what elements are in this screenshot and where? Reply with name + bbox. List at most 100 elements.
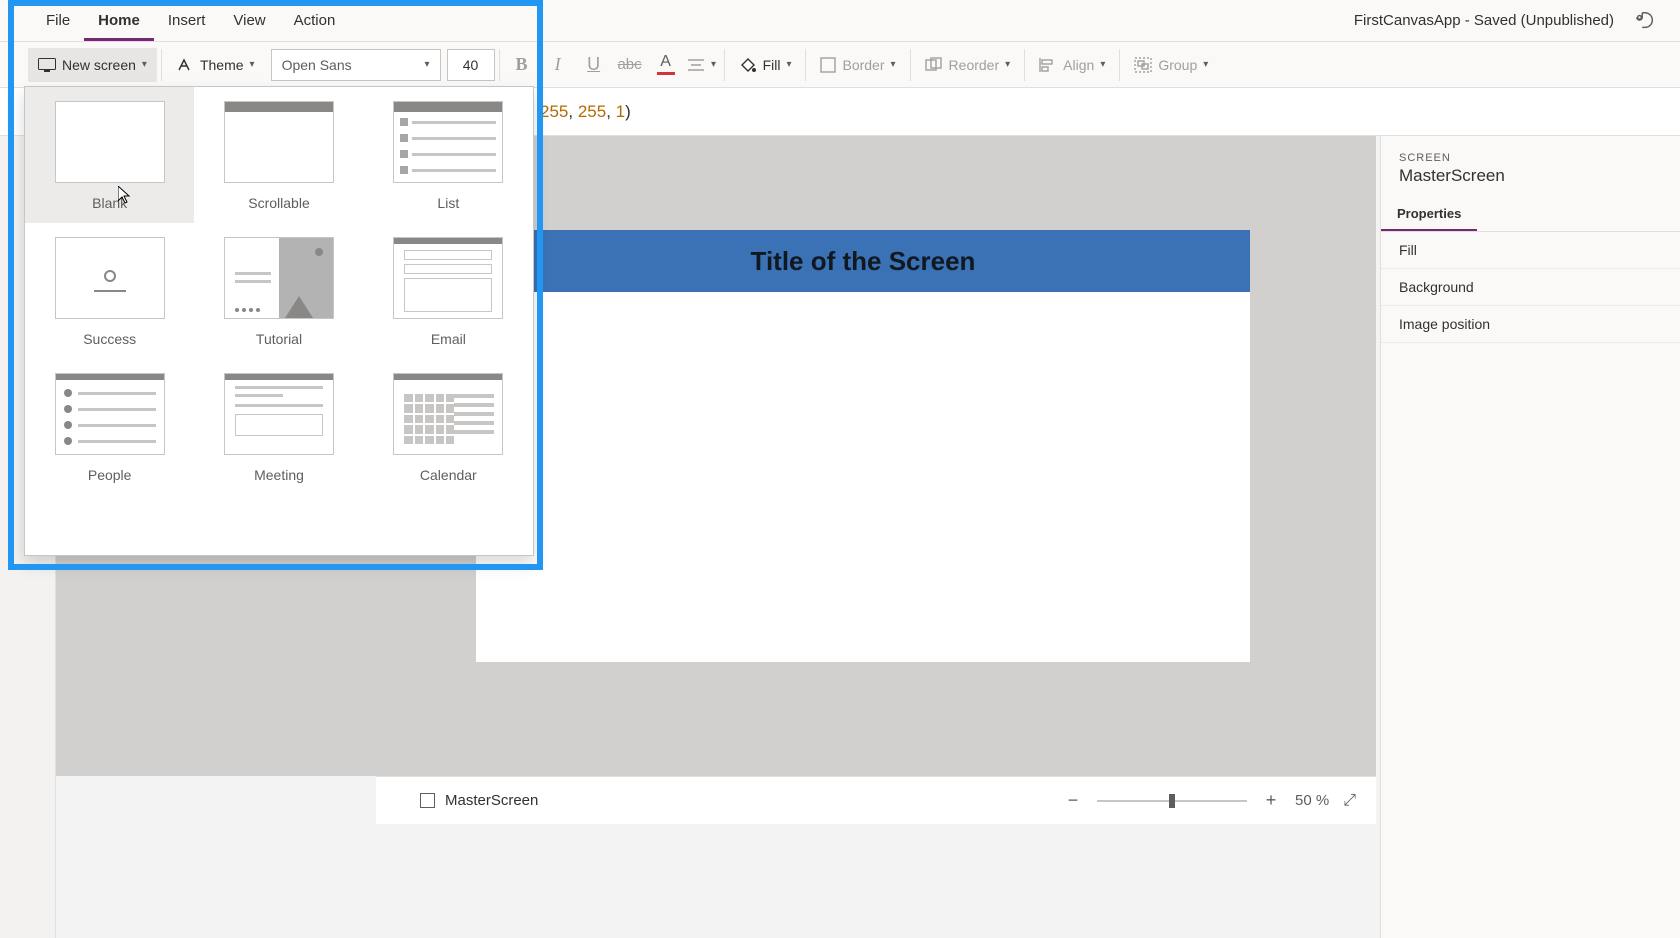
template-people[interactable]: People [25, 359, 194, 495]
object-type-label: SCREEN [1399, 152, 1662, 164]
align-button[interactable]: Align ▾ [1029, 48, 1115, 82]
formula-text: 255, 255, 1) [540, 102, 631, 122]
font-size-input[interactable]: 40 [447, 49, 495, 81]
template-label: Success [83, 331, 136, 347]
app-checker-icon[interactable] [1634, 10, 1656, 32]
thumb-tutorial [224, 237, 334, 319]
document-title: FirstCanvasApp - Saved (Unpublished) [1354, 12, 1614, 29]
screen-icon [38, 58, 56, 72]
menu-insert[interactable]: Insert [154, 0, 220, 41]
menu-view[interactable]: View [219, 0, 279, 41]
zoom-value: 50 % [1295, 792, 1329, 809]
group-label: Group [1158, 57, 1197, 73]
chevron-down-icon: ▾ [891, 59, 896, 70]
new-screen-button[interactable]: New screen ▾ [28, 48, 157, 82]
thumb-list [393, 101, 503, 183]
fill-bucket-icon [739, 56, 757, 74]
underline-button[interactable]: U [576, 47, 612, 83]
cursor-icon [118, 186, 132, 204]
separator [805, 49, 806, 81]
formula-num: 255 [540, 102, 568, 121]
template-label: Email [431, 331, 466, 347]
align-icon [1039, 57, 1057, 73]
template-meeting[interactable]: Meeting [194, 359, 363, 495]
reorder-icon [925, 57, 943, 73]
template-email[interactable]: Email [364, 223, 533, 359]
template-blank[interactable]: Blank [25, 87, 194, 223]
property-image-position[interactable]: Image position [1381, 306, 1680, 343]
thumb-success [55, 237, 165, 319]
menu-home[interactable]: Home [84, 0, 154, 41]
italic-button[interactable]: I [540, 47, 576, 83]
theme-icon [176, 57, 194, 73]
separator [1024, 49, 1025, 81]
zoom-slider-thumb[interactable] [1169, 794, 1175, 808]
template-calendar[interactable]: Calendar [364, 359, 533, 495]
property-background[interactable]: Background [1381, 269, 1680, 306]
theme-label: Theme [200, 57, 244, 73]
template-label: Scrollable [248, 195, 309, 211]
text-align-button[interactable]: ▾ [684, 47, 720, 83]
template-label: Tutorial [256, 331, 302, 347]
screen-name-label: MasterScreen [445, 792, 538, 809]
border-icon [820, 57, 836, 73]
menu-action[interactable]: Action [280, 0, 350, 41]
separator [910, 49, 911, 81]
fill-label: Fill [763, 57, 781, 73]
zoom-slider[interactable] [1097, 800, 1247, 802]
chevron-down-icon: ▾ [250, 59, 255, 70]
separator [161, 49, 162, 81]
ribbon-toolbar: New screen ▾ Theme ▾ Open Sans ▾ 40 B I … [0, 42, 1680, 88]
zoom-out-button[interactable]: − [1063, 790, 1083, 811]
new-screen-dropdown: Blank Scrollable List Success [24, 86, 534, 556]
menu-file[interactable]: File [32, 0, 84, 41]
screen-header-label[interactable]: Title of the Screen [476, 230, 1250, 292]
align-label: Align [1063, 57, 1094, 73]
template-success[interactable]: Success [25, 223, 194, 359]
screen-checkbox[interactable] [420, 793, 435, 808]
object-name-label: MasterScreen [1399, 166, 1662, 186]
reorder-button[interactable]: Reorder ▾ [915, 48, 1021, 82]
main-menu: File Home Insert View Action [0, 0, 349, 41]
font-family-value: Open Sans [282, 57, 352, 73]
template-label: People [88, 467, 132, 483]
border-label: Border [842, 57, 884, 73]
chevron-down-icon: ▾ [1005, 59, 1010, 70]
canvas-screen[interactable]: Title of the Screen [476, 230, 1250, 662]
font-family-select[interactable]: Open Sans ▾ [271, 49, 441, 81]
group-icon [1134, 57, 1152, 73]
properties-tabs: Properties [1381, 198, 1680, 232]
thumb-people [55, 373, 165, 455]
chevron-down-icon: ▾ [1203, 59, 1208, 70]
fill-button[interactable]: Fill ▾ [729, 48, 802, 82]
bold-button[interactable]: B [504, 47, 540, 83]
theme-button[interactable]: Theme ▾ [166, 48, 265, 82]
thumb-meeting [224, 373, 334, 455]
template-list[interactable]: List [364, 87, 533, 223]
tab-properties[interactable]: Properties [1381, 198, 1477, 231]
chevron-down-icon: ▾ [425, 59, 430, 70]
thumb-scrollable [224, 101, 334, 183]
zoom-controls: − + 50 % ⤢ [1063, 790, 1376, 811]
menu-bar: File Home Insert View Action FirstCanvas… [0, 0, 1680, 42]
strikethrough-button[interactable]: abc [612, 47, 648, 83]
separator [1119, 49, 1120, 81]
formula-num: 1 [616, 102, 625, 121]
template-tutorial[interactable]: Tutorial [194, 223, 363, 359]
font-color-button[interactable]: A [648, 47, 684, 83]
thumb-email [393, 237, 503, 319]
template-scrollable[interactable]: Scrollable [194, 87, 363, 223]
template-label: Calendar [420, 467, 477, 483]
properties-panel: SCREEN MasterScreen Properties Fill Back… [1380, 136, 1680, 938]
group-button[interactable]: Group ▾ [1124, 48, 1218, 82]
separator [724, 49, 725, 81]
template-label: List [437, 195, 459, 211]
property-fill[interactable]: Fill [1381, 232, 1680, 269]
fit-to-window-icon[interactable]: ⤢ [1343, 792, 1356, 810]
status-bar: MasterScreen − + 50 % ⤢ [376, 776, 1376, 824]
border-button[interactable]: Border ▾ [810, 48, 905, 82]
zoom-in-button[interactable]: + [1261, 790, 1281, 811]
new-screen-label: New screen [62, 57, 136, 73]
chevron-down-icon: ▾ [1100, 59, 1105, 70]
reorder-label: Reorder [949, 57, 1000, 73]
